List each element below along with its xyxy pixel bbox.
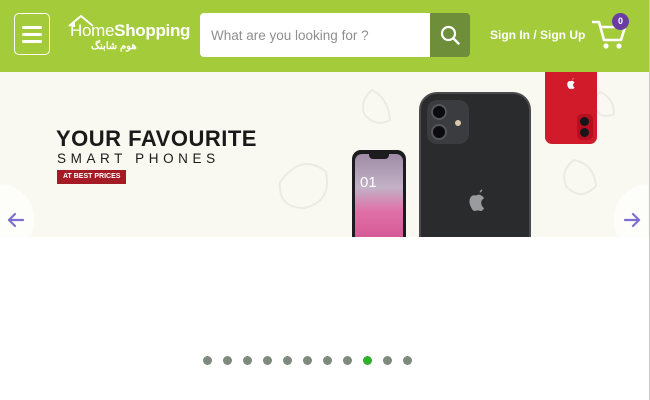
small-phone-image: 01 xyxy=(352,150,406,237)
carousel-dot[interactable] xyxy=(323,356,332,365)
red-phone-camera xyxy=(577,114,593,140)
carousel-dot-active[interactable] xyxy=(363,356,372,365)
sign-in-link[interactable]: Sign In / Sign Up xyxy=(490,28,585,42)
phone-screen-time: 01 xyxy=(360,174,377,191)
banner-subheadline: SMART PHONES xyxy=(57,151,220,166)
site-logo[interactable]: HomeShopping هوم شابنگ xyxy=(67,14,190,58)
black-phone-image xyxy=(419,92,531,237)
carousel-dot[interactable] xyxy=(303,356,312,365)
carousel-dot[interactable] xyxy=(223,356,232,365)
arrow-right-icon xyxy=(623,212,641,228)
page: HomeShopping هوم شابنگ Sign In / Sign Up… xyxy=(0,0,650,400)
phone-screen: 01 xyxy=(355,154,403,237)
apple-logo-icon xyxy=(567,78,575,89)
apple-logo-icon xyxy=(469,189,485,211)
site-header: HomeShopping هوم شابنگ Sign In / Sign Up… xyxy=(0,0,649,72)
price-tag-label: AT BEST PRICES xyxy=(57,170,127,184)
carousel-pagination xyxy=(203,356,412,365)
red-phone-image xyxy=(545,72,597,144)
carousel-dot[interactable] xyxy=(263,356,272,365)
carousel-dot[interactable] xyxy=(243,356,252,365)
carousel-dot[interactable] xyxy=(403,356,412,365)
menu-bar-2 xyxy=(22,33,42,36)
menu-bar-3 xyxy=(22,40,42,43)
search-input[interactable] xyxy=(200,13,430,57)
hero-banner[interactable]: YOUR FAVOURITE SMART PHONES AT BEST PRIC… xyxy=(0,72,649,237)
carousel-dot[interactable] xyxy=(203,356,212,365)
search-icon xyxy=(440,25,460,45)
logo-text-bold: Shopping xyxy=(114,21,191,40)
carousel-dot[interactable] xyxy=(283,356,292,365)
logo-wordmark: HomeShopping xyxy=(70,21,190,41)
search-bar xyxy=(200,13,470,57)
search-button[interactable] xyxy=(430,13,470,57)
camera-module xyxy=(427,100,469,144)
banner-headline: YOUR FAVOURITE xyxy=(56,126,257,151)
cart-count-badge: 0 xyxy=(612,13,629,30)
carousel-dot[interactable] xyxy=(343,356,352,365)
menu-button[interactable] xyxy=(14,13,50,55)
arrow-left-icon xyxy=(7,212,25,228)
menu-bar-1 xyxy=(22,26,42,29)
carousel-dot[interactable] xyxy=(383,356,392,365)
logo-text-light: Home xyxy=(70,21,115,40)
logo-arabic-subtext: هوم شابنگ xyxy=(91,41,137,52)
